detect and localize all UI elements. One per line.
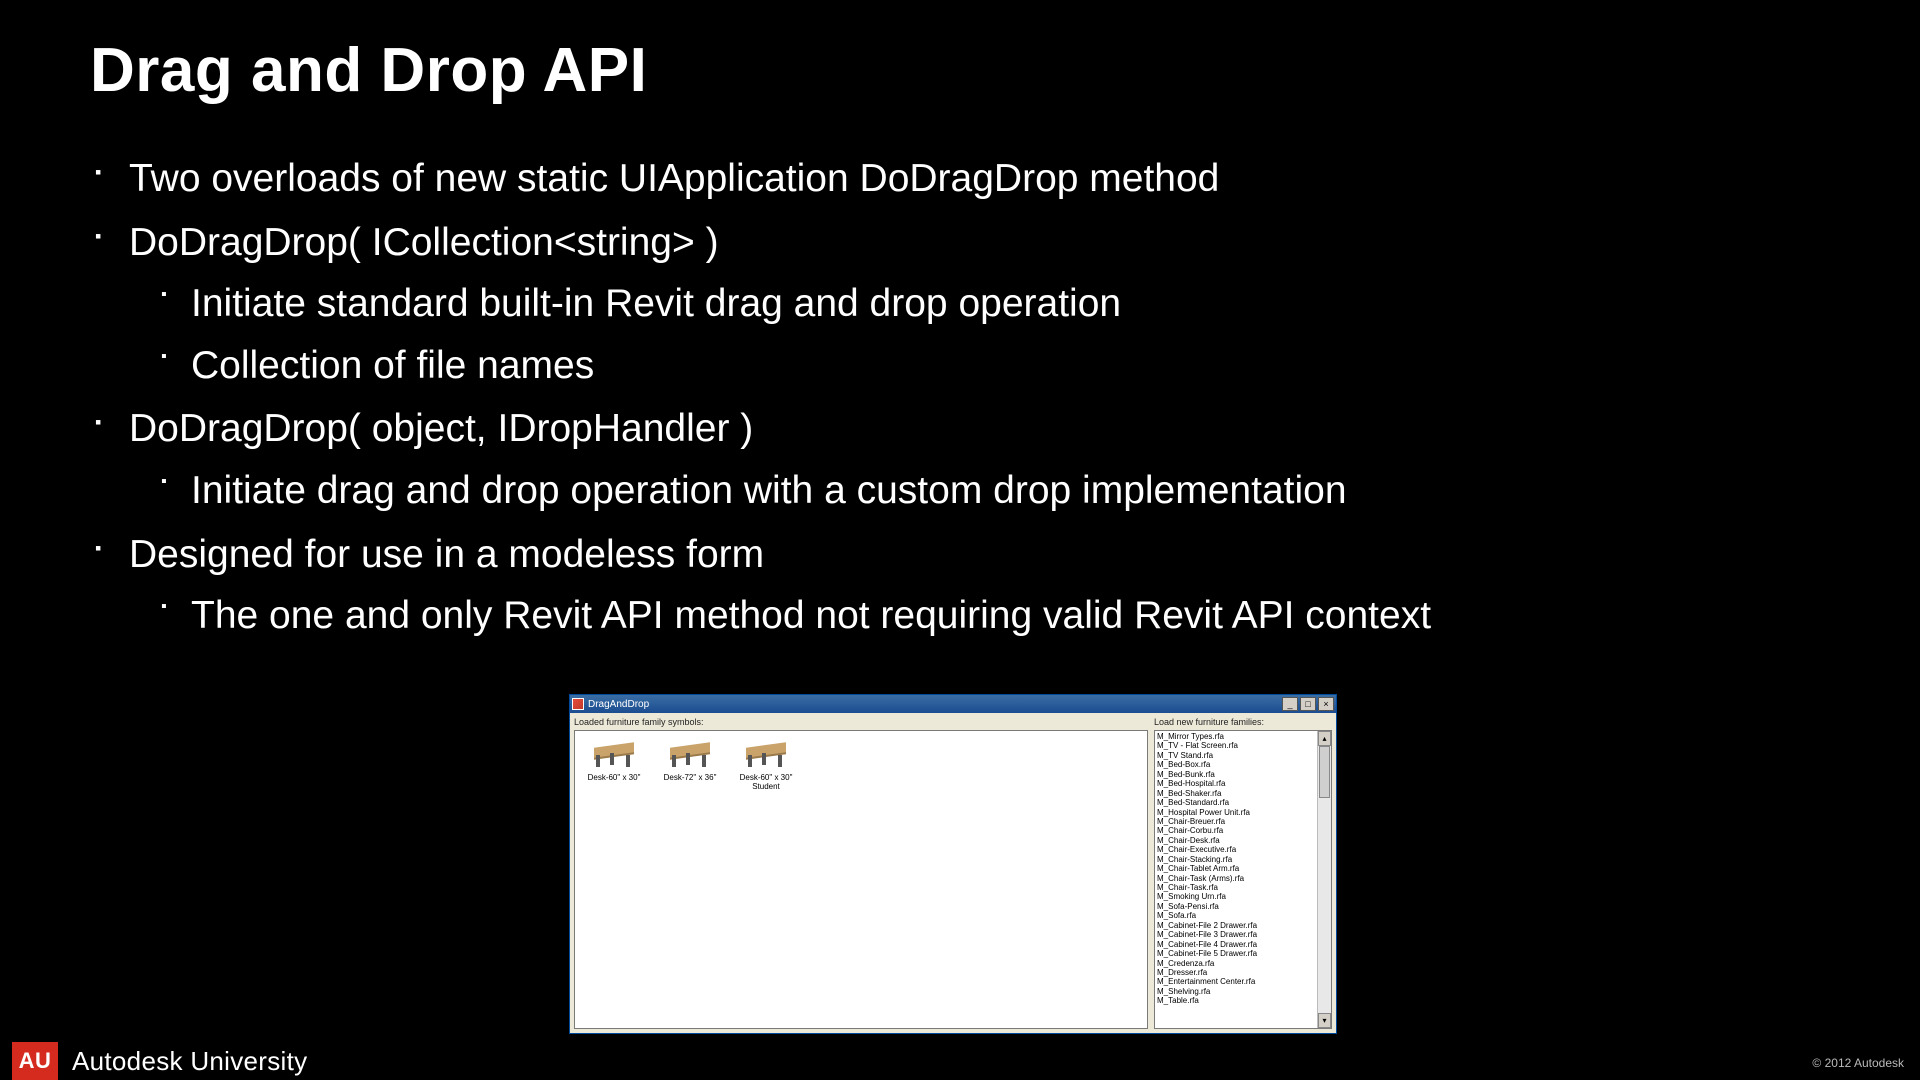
list-item[interactable]: M_Chair-Stacking.rfa	[1157, 855, 1317, 864]
scroll-track[interactable]	[1318, 746, 1331, 1013]
list-item[interactable]: M_Bed-Bunk.rfa	[1157, 770, 1317, 779]
list-item[interactable]: M_Chair-Corbu.rfa	[1157, 826, 1317, 835]
sub-bullet-item: Initiate drag and drop operation with a …	[161, 460, 1815, 522]
brand-text: Autodesk University	[72, 1046, 307, 1077]
right-panel-label: Load new furniture families:	[1154, 717, 1332, 727]
thumb-label: Desk-60" x 30"	[581, 774, 647, 783]
bullet-text: DoDragDrop( ICollection<string> )	[129, 221, 719, 264]
list-item[interactable]: M_Bed-Hospital.rfa	[1157, 779, 1317, 788]
bullet-text: Collection of file names	[191, 344, 594, 387]
bullet-text: Two overloads of new static UIApplicatio…	[129, 157, 1219, 200]
list-item[interactable]: M_Chair-Task.rfa	[1157, 883, 1317, 892]
list-item[interactable]: M_TV Stand.rfa	[1157, 751, 1317, 760]
sub-bullet-list: The one and only Revit API method not re…	[129, 585, 1815, 647]
slide-title: Drag and Drop API	[90, 35, 647, 106]
thumb-label: Desk-60" x 30" Student	[733, 774, 799, 792]
bullet-text: DoDragDrop( object, IDropHandler )	[129, 407, 753, 450]
scroll-down-button[interactable]: ▾	[1318, 1013, 1331, 1028]
icon-view[interactable]: Desk-60" x 30" Desk-72" x 36" Desk-60" x…	[574, 730, 1148, 1029]
bullet-item: DoDragDrop( ICollection<string> ) Initia…	[95, 212, 1815, 397]
list-item[interactable]: M_Smoking Urn.rfa	[1157, 892, 1317, 901]
list-item[interactable]: M_Entertainment Center.rfa	[1157, 977, 1317, 986]
bullet-text: Initiate standard built-in Revit drag an…	[191, 282, 1121, 325]
bullet-text: Initiate drag and drop operation with a …	[191, 469, 1347, 512]
desk-icon	[588, 737, 640, 771]
copyright: © 2012 Autodesk	[1812, 1056, 1904, 1070]
list-item[interactable]: M_Sofa.rfa	[1157, 911, 1317, 920]
sub-bullet-item: Initiate standard built-in Revit drag an…	[161, 273, 1815, 335]
list-item[interactable]: M_Chair-Task (Arms).rfa	[1157, 874, 1317, 883]
list-item[interactable]: M_Mirror Types.rfa	[1157, 732, 1317, 741]
bullet-item: DoDragDrop( object, IDropHandler ) Initi…	[95, 398, 1815, 521]
sub-bullet-list: Initiate drag and drop operation with a …	[129, 460, 1815, 522]
list-item[interactable]: M_Table.rfa	[1157, 996, 1317, 1005]
slide: Drag and Drop API Two overloads of new s…	[0, 0, 1920, 1080]
bullet-list: Two overloads of new static UIApplicatio…	[95, 148, 1815, 647]
family-thumb[interactable]: Desk-60" x 30" Student	[733, 737, 799, 792]
slide-content: Two overloads of new static UIApplicatio…	[95, 148, 1815, 649]
bullet-item: Designed for use in a modeless form The …	[95, 524, 1815, 647]
app-icon	[572, 698, 584, 710]
family-thumb[interactable]: Desk-72" x 36"	[657, 737, 723, 783]
maximize-button[interactable]: □	[1300, 697, 1316, 711]
au-badge: AU	[12, 1042, 58, 1080]
list-item[interactable]: M_Credenza.rfa	[1157, 959, 1317, 968]
list-item[interactable]: M_Dresser.rfa	[1157, 968, 1317, 977]
bullet-text: The one and only Revit API method not re…	[191, 594, 1431, 637]
list-item[interactable]: M_Bed-Standard.rfa	[1157, 798, 1317, 807]
list-item[interactable]: M_Cabinet-File 5 Drawer.rfa	[1157, 949, 1317, 958]
window-titlebar[interactable]: DragAndDrop _ □ ×	[570, 695, 1336, 713]
list-item[interactable]: M_Bed-Box.rfa	[1157, 760, 1317, 769]
close-button[interactable]: ×	[1318, 697, 1334, 711]
list-item[interactable]: M_Chair-Breuer.rfa	[1157, 817, 1317, 826]
list-item[interactable]: M_Cabinet-File 2 Drawer.rfa	[1157, 921, 1317, 930]
list-item[interactable]: M_Hospital Power Unit.rfa	[1157, 808, 1317, 817]
family-thumb[interactable]: Desk-60" x 30"	[581, 737, 647, 783]
sub-bullet-list: Initiate standard built-in Revit drag an…	[129, 273, 1815, 396]
list-item[interactable]: M_Cabinet-File 3 Drawer.rfa	[1157, 930, 1317, 939]
scroll-up-button[interactable]: ▴	[1318, 731, 1331, 746]
window-body: Loaded furniture family symbols: Desk-60…	[570, 713, 1336, 1033]
family-listbox[interactable]: M_Mirror Types.rfaM_TV - Flat Screen.rfa…	[1154, 730, 1332, 1029]
desk-icon	[664, 737, 716, 771]
list-item[interactable]: M_Chair-Desk.rfa	[1157, 836, 1317, 845]
bullet-item: Two overloads of new static UIApplicatio…	[95, 148, 1815, 210]
sub-bullet-item: Collection of file names	[161, 335, 1815, 397]
left-panel-label: Loaded furniture family symbols:	[574, 717, 1148, 727]
list-item[interactable]: M_Chair-Executive.rfa	[1157, 845, 1317, 854]
thumb-label: Desk-72" x 36"	[657, 774, 723, 783]
desk-icon	[740, 737, 792, 771]
list-item[interactable]: M_Cabinet-File 4 Drawer.rfa	[1157, 940, 1317, 949]
example-window: DragAndDrop _ □ × Loaded furniture famil…	[569, 694, 1337, 1034]
footer-left: AU Autodesk University	[12, 1042, 307, 1080]
scroll-thumb[interactable]	[1319, 746, 1330, 798]
left-panel: Loaded furniture family symbols: Desk-60…	[574, 717, 1148, 1029]
list-item[interactable]: M_Shelving.rfa	[1157, 987, 1317, 996]
bullet-text: Designed for use in a modeless form	[129, 533, 764, 576]
sub-bullet-item: The one and only Revit API method not re…	[161, 585, 1815, 647]
right-panel: Load new furniture families: M_Mirror Ty…	[1154, 717, 1332, 1029]
list-item[interactable]: M_Chair-Tablet Arm.rfa	[1157, 864, 1317, 873]
list-items: M_Mirror Types.rfaM_TV - Flat Screen.rfa…	[1157, 732, 1317, 1006]
list-item[interactable]: M_TV - Flat Screen.rfa	[1157, 741, 1317, 750]
scrollbar[interactable]: ▴ ▾	[1317, 731, 1331, 1028]
window-title: DragAndDrop	[588, 699, 649, 710]
list-item[interactable]: M_Sofa-Pensi.rfa	[1157, 902, 1317, 911]
list-item[interactable]: M_Bed-Shaker.rfa	[1157, 789, 1317, 798]
minimize-button[interactable]: _	[1282, 697, 1298, 711]
